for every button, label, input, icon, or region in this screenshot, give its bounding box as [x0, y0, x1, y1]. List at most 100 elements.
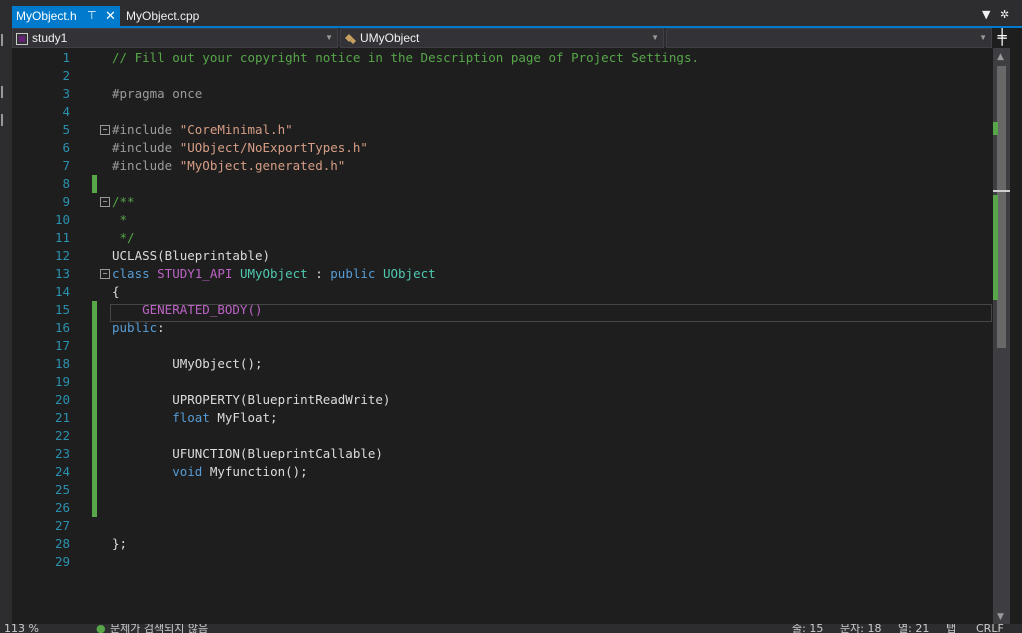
class-icon	[344, 32, 356, 44]
code-line[interactable]: 8	[32, 175, 992, 193]
gear-icon[interactable]: ✲	[1000, 8, 1009, 21]
code-line[interactable]: 11 */	[32, 229, 992, 247]
code-line[interactable]: 6 #include "UObject/NoExportTypes.h"	[32, 139, 992, 157]
project-dropdown[interactable]: study1 ▼	[12, 28, 338, 48]
tab-myobject-cpp[interactable]: MyObject.cpp	[126, 6, 199, 26]
code-line[interactable]: 22	[32, 427, 992, 445]
code-line[interactable]: 21 float MyFloat;	[32, 409, 992, 427]
code-token: {	[112, 284, 120, 299]
line-number: 23	[54, 446, 70, 461]
close-icon[interactable]: ✕	[105, 6, 116, 26]
code-text: class STUDY1_API UMyObject : public UObj…	[112, 265, 436, 283]
tab-mode: 탭	[946, 624, 957, 633]
code-text: /**	[112, 193, 135, 211]
code-line[interactable]: 25	[32, 481, 992, 499]
code-line[interactable]: 2	[32, 67, 992, 85]
code-editor[interactable]: 1 // Fill out your copyright notice in th…	[32, 48, 992, 624]
code-text: #include "MyObject.generated.h"	[112, 157, 345, 175]
line-number: 18	[54, 356, 70, 371]
line-number: 8	[62, 176, 70, 191]
code-token: #pragma once	[112, 86, 203, 101]
code-line[interactable]: 1 // Fill out your copyright notice in th…	[32, 49, 992, 67]
scrollbar-thumb[interactable]	[997, 66, 1006, 348]
change-indicator	[92, 409, 97, 427]
code-token: #include	[112, 158, 180, 173]
code-line[interactable]: 29	[32, 553, 992, 571]
document-tab-bar: MyObject.h ⊤ ✕ MyObject.cpp ▼ ✲	[0, 0, 1022, 26]
line-number: 20	[54, 392, 70, 407]
code-token: float	[172, 410, 218, 425]
code-line[interactable]: 4	[32, 103, 992, 121]
code-line[interactable]: 27	[32, 517, 992, 535]
code-line[interactable]: 17	[32, 337, 992, 355]
code-line[interactable]: 18 UMyObject();	[32, 355, 992, 373]
line-number: 5	[62, 122, 70, 137]
scroll-up-icon[interactable]: ▲	[997, 52, 1004, 62]
code-token: Myfunction();	[209, 464, 308, 479]
code-text: void Myfunction();	[112, 463, 308, 481]
scroll-down-icon[interactable]: ▼	[997, 612, 1004, 622]
chevron-down-icon: ▼	[651, 33, 659, 42]
code-line[interactable]: 28};	[32, 535, 992, 553]
tab-label: MyObject.cpp	[126, 9, 200, 23]
check-icon: ●	[96, 624, 106, 633]
code-line[interactable]: 24 void Myfunction();	[32, 463, 992, 481]
change-indicator	[92, 355, 97, 373]
line-number: 17	[54, 338, 70, 353]
code-token: public	[330, 266, 383, 281]
navigation-bar: study1 ▼ UMyObject ▼ ▼	[12, 28, 992, 48]
code-line[interactable]: 7 #include "MyObject.generated.h"	[32, 157, 992, 175]
line-number: 7	[62, 158, 70, 173]
code-token: :	[157, 320, 165, 335]
change-indicator	[92, 391, 97, 409]
change-indicator	[92, 175, 97, 193]
code-token: void	[172, 464, 210, 479]
tab-myobject-h[interactable]: MyObject.h ⊤ ✕	[12, 6, 120, 26]
code-token: UMyObject	[239, 266, 316, 281]
code-line[interactable]: 19	[32, 373, 992, 391]
code-line[interactable]: 10 *	[32, 211, 992, 229]
issues-status[interactable]: 문제가 검색되지 않음	[110, 624, 208, 633]
code-line[interactable]: 9 −/**	[32, 193, 992, 211]
code-token: STUDY1_API	[157, 266, 240, 281]
code-line[interactable]: 5 − #include "CoreMinimal.h"	[32, 121, 992, 139]
collapse-icon[interactable]: −	[100, 125, 110, 135]
code-line[interactable]: 12 UCLASS(Blueprintable)	[32, 247, 992, 265]
line-number: 2	[62, 68, 70, 83]
code-text: UPROPERTY(BlueprintReadWrite)	[112, 391, 390, 409]
code-line[interactable]: 26	[32, 499, 992, 517]
code-line[interactable]: 15 GENERATED_BODY()	[32, 301, 992, 319]
code-line[interactable]: 13 − class STUDY1_API UMyObject : public U…	[32, 265, 992, 283]
code-line[interactable]: 16 public:	[32, 319, 992, 337]
code-line[interactable]: 14 {	[32, 283, 992, 301]
code-text: float MyFloat;	[112, 409, 278, 427]
collapse-icon[interactable]: −	[100, 269, 110, 279]
code-token: class	[112, 266, 158, 281]
member-dropdown[interactable]: ▼	[666, 28, 992, 48]
tab-label: MyObject.h	[16, 9, 77, 23]
code-token: "MyObject.generated.h"	[179, 158, 346, 173]
code-line[interactable]: 23 UFUNCTION(BlueprintCallable)	[32, 445, 992, 463]
code-text: UFUNCTION(BlueprintCallable)	[112, 445, 383, 463]
line-ending[interactable]: CRLF	[976, 624, 1004, 633]
code-token: "CoreMinimal.h"	[179, 122, 293, 137]
code-token: MyFloat;	[217, 410, 278, 425]
collapse-icon[interactable]: −	[100, 197, 110, 207]
code-token: UPROPERTY(BlueprintReadWrite)	[112, 392, 391, 407]
change-indicator	[92, 499, 97, 517]
zoom-level[interactable]: 113 %	[4, 624, 39, 633]
line-number: 27	[54, 518, 70, 533]
project-icon	[16, 32, 28, 45]
split-icon[interactable]: ╪	[994, 29, 1010, 46]
change-marker	[993, 195, 998, 300]
scope-dropdown[interactable]: UMyObject ▼	[340, 28, 664, 48]
pin-icon[interactable]: ⊤	[87, 6, 97, 26]
code-line[interactable]: 20 UPROPERTY(BlueprintReadWrite)	[32, 391, 992, 409]
tab-dropdown-icon[interactable]: ▼	[982, 8, 990, 21]
line-number: 14	[54, 284, 70, 299]
code-text: *	[112, 211, 128, 229]
change-indicator	[92, 481, 97, 499]
code-line[interactable]: 3 #pragma once	[32, 85, 992, 103]
line-number: 19	[54, 374, 70, 389]
line-number: 11	[54, 230, 70, 245]
